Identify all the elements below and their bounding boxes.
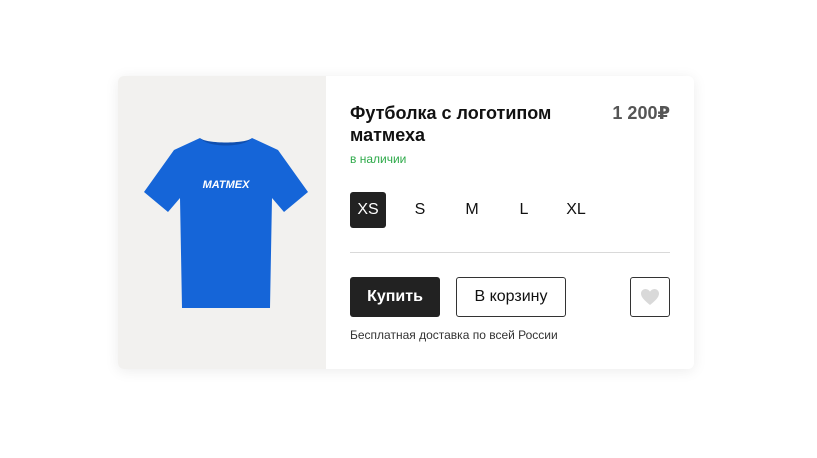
heart-icon [641, 289, 659, 305]
divider [350, 252, 670, 253]
size-option-l[interactable]: L [506, 192, 542, 228]
product-title: Футболка с логотипом матмеха [350, 103, 552, 145]
size-selector: XS S M L XL [350, 192, 594, 228]
buy-button[interactable]: Купить [350, 277, 440, 317]
availability-status: в наличии [350, 152, 407, 166]
delivery-note: Бесплатная доставка по всей России [350, 328, 558, 342]
product-info: Футболка с логотипом матмеха 1 200₽ в на… [326, 76, 694, 369]
product-card: MATMEX Футболка с логотипом матмеха 1 20… [118, 76, 694, 369]
size-option-xl[interactable]: XL [558, 192, 594, 228]
tshirt-logo-text: MATMEX [203, 179, 251, 191]
product-photo: MATMEX [118, 76, 326, 369]
tshirt-image: MATMEX [144, 138, 308, 308]
size-option-m[interactable]: M [454, 192, 490, 228]
add-to-cart-button[interactable]: В корзину [456, 277, 566, 317]
favorite-button[interactable] [630, 277, 670, 317]
product-price: 1 200₽ [612, 103, 670, 123]
size-option-s[interactable]: S [402, 192, 438, 228]
size-option-xs[interactable]: XS [350, 192, 386, 228]
